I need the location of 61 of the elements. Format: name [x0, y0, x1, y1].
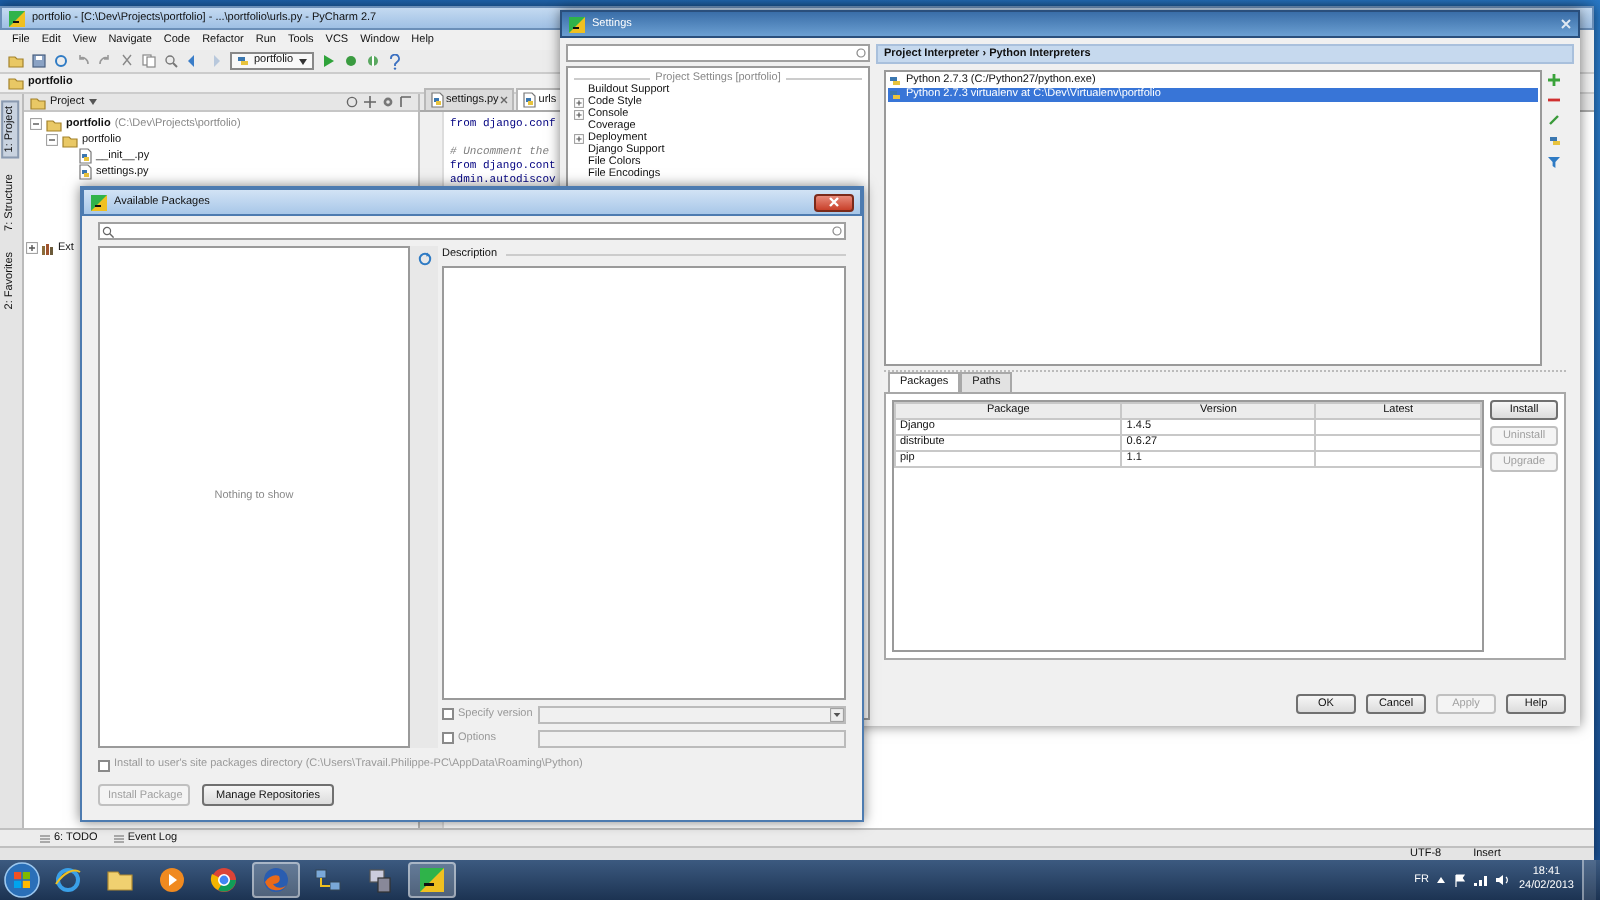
caret-icon[interactable] [1436, 876, 1447, 884]
flag-icon[interactable] [1454, 873, 1467, 887]
expand-icon[interactable] [26, 242, 38, 254]
expand-icon[interactable] [364, 96, 376, 108]
python-file-icon [430, 92, 444, 108]
copy-icon[interactable] [142, 54, 156, 68]
browser-icon [210, 866, 238, 894]
run-icon[interactable] [321, 54, 336, 68]
coverage-icon[interactable] [365, 54, 380, 68]
signal-icon[interactable] [1474, 874, 1489, 886]
folder-icon [106, 866, 134, 894]
ide-logo-icon [418, 866, 446, 894]
ide-logo-icon [90, 193, 108, 211]
clear-icon[interactable] [856, 48, 866, 58]
library-icon [40, 241, 56, 255]
list-icon [40, 833, 50, 843]
undo-icon[interactable] [76, 54, 90, 68]
list-icon [113, 833, 124, 843]
search-field[interactable] [566, 44, 870, 62]
python-file-icon [522, 92, 537, 108]
ide-logo-icon [8, 9, 26, 27]
expand-icon[interactable] [574, 109, 584, 119]
clear-icon[interactable] [832, 226, 842, 236]
python-icon[interactable] [1547, 134, 1561, 148]
python-icon [236, 54, 250, 68]
remove-icon[interactable] [1548, 94, 1560, 106]
back-icon[interactable] [186, 54, 200, 68]
settings-icon[interactable] [382, 96, 394, 108]
search-icon [102, 225, 114, 237]
caret-icon [88, 98, 99, 106]
media-player-icon [158, 866, 186, 894]
caret-icon [830, 707, 844, 721]
save-icon[interactable] [32, 54, 46, 68]
options-field[interactable] [538, 729, 846, 747]
collapse-icon[interactable] [30, 118, 42, 130]
open-icon[interactable] [8, 54, 24, 68]
help-icon[interactable] [387, 53, 402, 69]
search-field[interactable] [98, 222, 846, 240]
ide-logo-icon [568, 15, 586, 33]
refresh-icon[interactable] [417, 252, 431, 266]
close-icon[interactable] [500, 96, 509, 104]
redo-icon[interactable] [98, 54, 112, 68]
volume-icon[interactable] [1496, 874, 1511, 886]
expand-icon[interactable] [574, 97, 584, 107]
show-desktop-button[interactable] [1582, 860, 1596, 900]
collapse-icon[interactable] [46, 134, 58, 146]
browser-icon [262, 866, 290, 894]
close-glyph-icon [828, 196, 840, 208]
filter-icon[interactable] [1548, 156, 1560, 168]
devices-icon [366, 866, 394, 894]
browser-icon [54, 866, 82, 894]
cut-icon[interactable] [120, 54, 134, 68]
close-button[interactable] [814, 193, 854, 211]
network-icon [314, 866, 342, 894]
start-button-icon[interactable] [4, 862, 40, 898]
search-icon[interactable] [164, 54, 178, 68]
edit-icon[interactable] [1548, 114, 1560, 126]
expand-icon[interactable] [574, 133, 584, 143]
caret-icon [297, 57, 308, 65]
add-icon[interactable] [1548, 74, 1560, 86]
debug-icon[interactable] [343, 54, 358, 68]
